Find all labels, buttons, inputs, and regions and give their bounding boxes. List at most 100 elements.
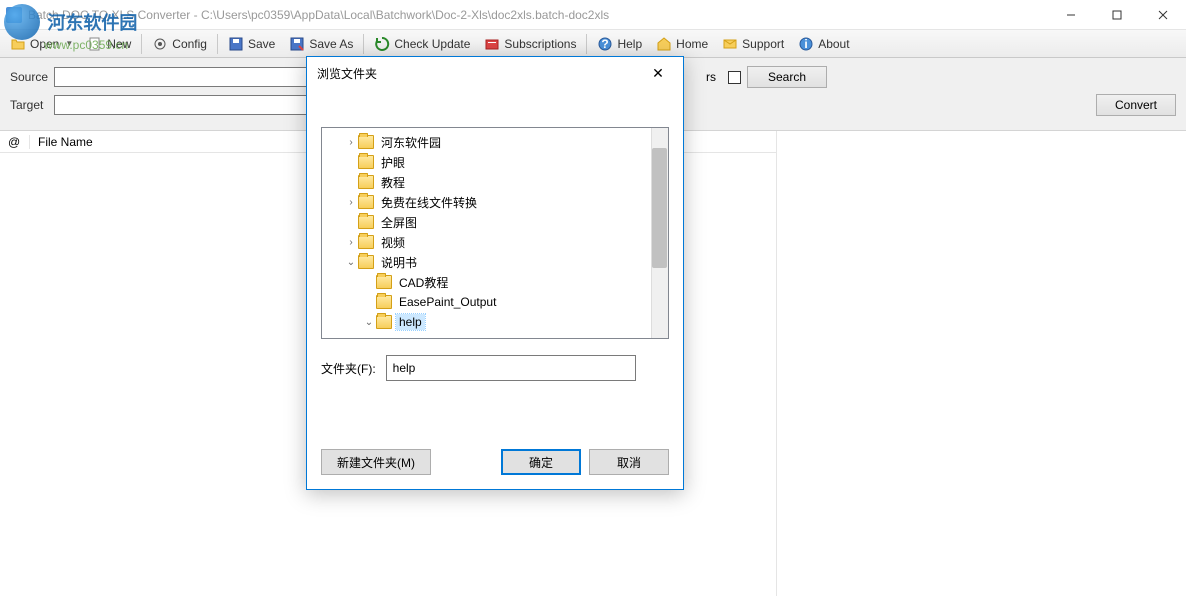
tree-item-label: 河东软件园 <box>378 133 444 152</box>
new-button[interactable]: New <box>81 33 137 55</box>
new-icon <box>87 36 103 52</box>
folder-tree[interactable]: › 河东软件园护眼教程›免费在线文件转换全屏图 › 视频 ⌄ 说明书CAD教程EasePa… <box>321 127 669 339</box>
tree-item[interactable]: 全屏图 <box>322 212 668 232</box>
help-button[interactable]: ? Help <box>591 33 648 55</box>
tree-item[interactable]: 教程 <box>322 172 668 192</box>
convert-button[interactable]: Convert <box>1096 94 1176 116</box>
maximize-button[interactable] <box>1094 0 1140 30</box>
close-button[interactable] <box>1140 0 1186 30</box>
expand-icon[interactable]: › <box>344 137 358 148</box>
subscriptions-button[interactable]: Subscriptions <box>478 33 582 55</box>
expand-icon[interactable]: › <box>344 237 358 248</box>
support-button[interactable]: Support <box>716 33 790 55</box>
save-button[interactable]: Save <box>222 33 281 55</box>
open-button[interactable]: Open ▼ <box>4 33 79 55</box>
dialog-close-button[interactable]: ✕ <box>643 58 673 88</box>
separator <box>141 34 142 54</box>
tree-scrollbar[interactable] <box>651 128 668 338</box>
support-icon <box>722 36 738 52</box>
svg-text:i: i <box>805 37 808 51</box>
tree-item[interactable]: › 河东软件园 <box>322 132 668 152</box>
save-as-icon <box>289 36 305 52</box>
tree-item[interactable]: › 视频 <box>322 232 668 252</box>
config-button[interactable]: Config <box>146 33 213 55</box>
save-as-label: Save As <box>309 37 353 51</box>
tree-item[interactable]: EasePaint_Output <box>322 292 668 312</box>
folder-name-input[interactable] <box>386 355 636 381</box>
column-at[interactable]: @ <box>0 135 30 149</box>
search-button[interactable]: Search <box>747 66 827 88</box>
browse-folder-dialog: 浏览文件夹 ✕ › 河东软件园护眼教程›免费在线文件转换全屏图 › 视频 ⌄ 说明书CAD… <box>306 56 684 490</box>
tree-item[interactable]: ⌄ 说明书 <box>322 252 668 272</box>
tree-item-label: 全屏图 <box>378 213 420 232</box>
cancel-button[interactable]: 取消 <box>589 449 669 475</box>
home-label: Home <box>676 37 708 51</box>
collapse-icon[interactable]: ⌄ <box>344 257 358 268</box>
collapse-icon[interactable]: ⌄ <box>362 317 376 328</box>
folder-icon <box>358 255 374 269</box>
separator <box>586 34 587 54</box>
folder-icon <box>358 215 374 229</box>
dialog-titlebar: 浏览文件夹 ✕ <box>307 57 683 89</box>
separator <box>217 34 218 54</box>
subscriptions-icon <box>484 36 500 52</box>
tree-item-label: CAD教程 <box>396 273 451 292</box>
check-update-label: Check Update <box>394 37 470 51</box>
new-folder-button[interactable]: 新建文件夹(M) <box>321 449 431 475</box>
right-panel <box>776 131 1186 596</box>
new-label: New <box>107 37 131 51</box>
folder-icon <box>376 315 392 329</box>
tree-item-label: 视频 <box>378 233 408 252</box>
save-label: Save <box>248 37 275 51</box>
save-as-button[interactable]: Save As <box>283 33 359 55</box>
ok-button[interactable]: 确定 <box>501 449 581 475</box>
open-label: Open <box>30 37 59 51</box>
source-label: Source <box>10 70 48 84</box>
folder-icon <box>358 155 374 169</box>
app-icon <box>6 7 22 23</box>
tree-item[interactable]: 护眼 <box>322 152 668 172</box>
folder-name-label: 文件夹(F): <box>321 360 376 377</box>
window-controls <box>1048 0 1186 30</box>
target-label: Target <box>10 98 48 112</box>
folder-icon <box>358 175 374 189</box>
config-label: Config <box>172 37 207 51</box>
about-button[interactable]: i About <box>792 33 855 55</box>
expand-icon[interactable]: › <box>344 197 358 208</box>
window-title: Batch DOC TO XLS Converter - C:\Users\pc… <box>28 8 1048 22</box>
scroll-thumb[interactable] <box>652 148 667 268</box>
open-icon <box>10 36 26 52</box>
dropdown-icon: ▼ <box>65 39 73 48</box>
folder-icon <box>376 295 392 309</box>
dialog-spacer <box>321 99 669 117</box>
help-label: Help <box>617 37 642 51</box>
about-label: About <box>818 37 849 51</box>
about-icon: i <box>798 36 814 52</box>
toolbar: Open ▼ New Config Save Save As Check Upd… <box>0 30 1186 58</box>
tree-item[interactable]: CAD教程 <box>322 272 668 292</box>
check-update-button[interactable]: Check Update <box>368 33 476 55</box>
tree-item[interactable]: ›免费在线文件转换 <box>322 192 668 212</box>
tree-item-label: help <box>396 314 425 330</box>
folder-icon <box>358 135 374 149</box>
home-icon <box>656 36 672 52</box>
update-icon <box>374 36 390 52</box>
dialog-title: 浏览文件夹 <box>317 65 643 82</box>
help-icon: ? <box>597 36 613 52</box>
folder-icon <box>358 235 374 249</box>
svg-text:?: ? <box>602 37 609 51</box>
folder-icon <box>358 195 374 209</box>
tree-item-label: 教程 <box>378 173 408 192</box>
separator <box>363 34 364 54</box>
save-icon <box>228 36 244 52</box>
folder-icon <box>376 275 392 289</box>
config-icon <box>152 36 168 52</box>
subfolders-checkbox-wrap[interactable] <box>728 71 741 84</box>
tree-item-label: 护眼 <box>378 153 408 172</box>
subfolders-checkbox[interactable] <box>728 71 741 84</box>
minimize-button[interactable] <box>1048 0 1094 30</box>
tree-item-label: 说明书 <box>378 253 420 272</box>
subfolders-label-fragment: rs <box>706 70 716 84</box>
tree-item[interactable]: ⌄ help <box>322 312 668 332</box>
home-button[interactable]: Home <box>650 33 714 55</box>
